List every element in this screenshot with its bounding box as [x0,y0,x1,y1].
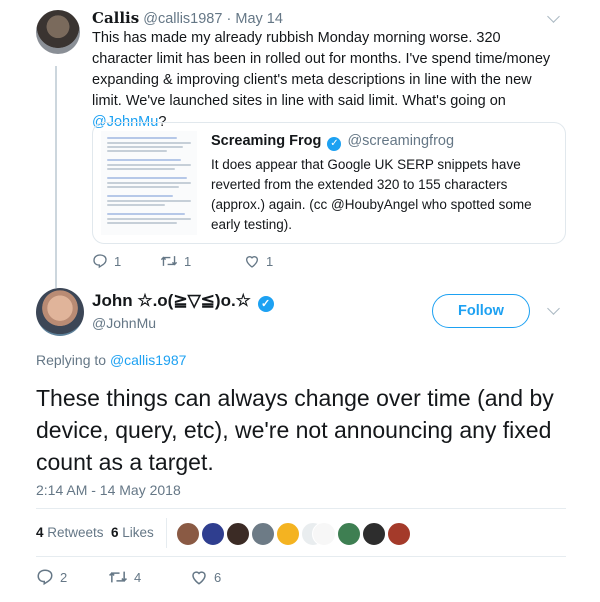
quoted-tweet-header: Screaming Frog ✓ @screamingfrog [211,133,551,151]
verified-badge-icon: ✓ [327,137,342,151]
quoted-display-name: Screaming Frog [211,133,322,149]
avatar[interactable] [36,288,84,336]
follow-button[interactable]: Follow [432,294,530,328]
quoted-tweet-thumbnail [101,131,197,235]
retweet-count: 1 [184,253,192,269]
quoted-handle: @screamingfrog [347,133,455,149]
handle[interactable]: @JohnMu [92,315,156,331]
tweet-text-body: This has made my already rubbish Monday … [92,30,551,109]
tweet-timestamp[interactable]: 2:14 AM - 14 May 2018 [36,482,181,498]
reply-button[interactable]: 1 [92,253,121,269]
retweet-button[interactable]: 1 [160,253,191,269]
chevron-down-icon[interactable] [547,10,560,23]
retweet-icon [160,253,178,269]
likes-label: Likes [122,525,154,540]
tweet-text: This has made my already rubbish Monday … [92,28,562,133]
replying-to-label: Replying to [36,352,110,368]
avatar[interactable] [312,522,336,546]
stat-separator [166,518,167,548]
tweet-text: These things can always change over time… [36,385,554,475]
quoted-tweet-body: Screaming Frog ✓ @screamingfrog It does … [211,133,551,235]
avatar[interactable] [251,522,275,546]
retweets-label: Retweets [47,525,104,540]
replying-to-handle[interactable]: @callis1987 [110,352,186,368]
quoted-tweet-text: It does appear that Google UK SERP snipp… [211,157,532,232]
separator: · [226,11,232,27]
retweets-count: 4 [36,525,44,540]
reply-button[interactable]: 2 [36,568,67,586]
author-name-row[interactable]: John ☆.o(≧▽≦)o.☆ ✓ [92,291,276,312]
handle[interactable]: @callis1987 [143,11,222,27]
replying-to: Replying to @callis1987 [36,352,186,368]
avatar[interactable] [362,522,386,546]
retweet-count: 4 [134,569,142,585]
reply-count: 2 [60,569,68,585]
like-button[interactable]: 6 [190,568,221,586]
retweet-icon [108,568,128,586]
likes-stat[interactable]: 6 Likes [111,525,154,540]
divider [36,556,566,557]
avatar[interactable] [36,10,80,54]
reply-icon [92,253,108,269]
avatar[interactable] [176,522,200,546]
reply-icon [36,568,54,586]
avatar[interactable] [226,522,250,546]
divider [36,508,566,509]
tweet-header: Callis @callis1987 · May 14 [92,9,283,27]
avatar[interactable] [337,522,361,546]
reply-count: 1 [114,253,122,269]
like-button[interactable]: 1 [244,253,273,269]
display-name[interactable]: Callis [92,9,139,27]
like-count: 6 [214,569,222,585]
retweet-button[interactable]: 4 [108,568,141,586]
like-icon [190,568,208,586]
avatar[interactable] [387,522,411,546]
thread-connector [55,66,57,288]
avatar[interactable] [276,522,300,546]
tweet-date[interactable]: May 14 [235,11,283,27]
verified-badge-icon: ✓ [257,296,274,312]
quoted-tweet-card[interactable]: Screaming Frog ✓ @screamingfrog It does … [92,122,566,244]
like-icon [244,253,260,269]
retweets-stat[interactable]: 4 Retweets [36,525,104,540]
likes-count: 6 [111,525,119,540]
display-name[interactable]: John ☆.o(≧▽≦)o.☆ [92,291,251,310]
like-count: 1 [266,253,274,269]
avatar[interactable] [201,522,225,546]
chevron-down-icon[interactable] [547,302,560,315]
